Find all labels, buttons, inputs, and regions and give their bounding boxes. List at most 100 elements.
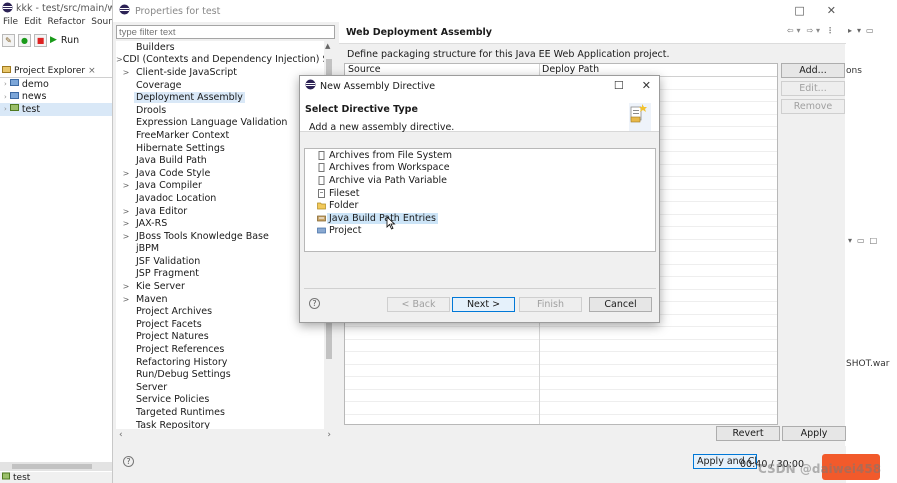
close-icon[interactable]: ✕: [827, 4, 836, 17]
revert-button[interactable]: Revert: [716, 426, 780, 441]
close-icon[interactable]: ×: [88, 66, 96, 76]
close-icon[interactable]: ✕: [642, 79, 651, 92]
property-page-item[interactable]: Service Policies: [116, 394, 334, 407]
remove-button[interactable]: Remove: [781, 99, 845, 114]
maximize-icon[interactable]: □: [794, 4, 804, 17]
chevron-right-icon[interactable]: >: [116, 219, 136, 228]
forward-nav-icon[interactable]: ⇨ ▾: [806, 26, 820, 35]
scroll-left-icon[interactable]: ‹: [119, 430, 123, 440]
property-page-item[interactable]: Task Repository: [116, 419, 334, 429]
menu-source[interactable]: Source: [91, 17, 112, 30]
add-button[interactable]: Add...: [781, 63, 845, 78]
property-page-label: Maven: [136, 293, 168, 305]
chevron-right-icon[interactable]: >: [116, 282, 136, 291]
property-page-label: Expression Language Validation: [136, 117, 288, 129]
minimize-icon[interactable]: ▭: [866, 26, 874, 35]
stop-button[interactable]: ■: [34, 33, 47, 47]
status-bar: test: [0, 472, 112, 483]
explorer-horizontal-scrollbar[interactable]: [0, 462, 112, 471]
property-page-label: Task Repository: [136, 419, 211, 429]
tools-button[interactable]: ✎: [2, 33, 15, 47]
watermark: CSDN @daiwei458: [758, 462, 882, 476]
next-button[interactable]: Next >: [452, 297, 515, 312]
filter-input[interactable]: [116, 25, 335, 39]
right-toolbar: ▸ ▾ ▭: [848, 26, 874, 35]
help-icon[interactable]: ?: [123, 456, 134, 467]
stop-icon: ■: [36, 35, 45, 45]
chevron-right-icon[interactable]: >: [116, 232, 136, 241]
property-page-item[interactable]: Refactoring History: [116, 356, 334, 369]
apply-button[interactable]: Apply: [782, 426, 846, 441]
panel-description: Define packaging structure for this Java…: [347, 49, 670, 60]
directive-archives-workspace[interactable]: Archives from Workspace: [305, 162, 655, 175]
table-row[interactable]: [345, 327, 777, 340]
directive-java-build-path-entries[interactable]: Java Build Path Entries: [305, 212, 655, 225]
directive-fileset[interactable]: Fileset: [305, 187, 655, 200]
property-page-item[interactable]: Server: [116, 381, 334, 394]
property-page-label: Client-side JavaScript: [136, 66, 238, 78]
menu-refactor[interactable]: Refactor: [48, 17, 86, 30]
cancel-button[interactable]: Cancel: [589, 297, 652, 312]
table-row[interactable]: [345, 365, 777, 377]
property-page-item[interactable]: Project References: [116, 343, 334, 356]
chevron-right-icon[interactable]: >: [116, 207, 136, 216]
table-row[interactable]: [345, 352, 777, 365]
maximize-icon[interactable]: □: [870, 236, 878, 245]
run-label[interactable]: Run: [61, 35, 79, 46]
chevron-right-icon[interactable]: >: [116, 169, 136, 178]
property-page-item[interactable]: Targeted Runtimes: [116, 406, 334, 419]
project-item-news[interactable]: › news: [0, 91, 112, 104]
minimize-icon[interactable]: ▭: [857, 236, 865, 245]
property-page-item[interactable]: Run/Debug Settings: [116, 368, 334, 381]
chevron-right-icon[interactable]: >: [116, 181, 136, 190]
modal-title-bar: New Assembly Directive ☐ ✕: [300, 76, 659, 96]
project-item-test[interactable]: › test: [0, 103, 112, 116]
property-page-label: Java Code Style: [136, 167, 211, 179]
directive-archive-path-variable[interactable]: Archive via Path Variable: [305, 174, 655, 187]
property-page-item[interactable]: Builders: [116, 41, 334, 54]
back-nav-icon[interactable]: ⇦ ▾: [787, 26, 801, 35]
chevron-right-icon: ›: [4, 105, 7, 114]
folder-icon: [317, 201, 326, 210]
directive-list[interactable]: Archives from File System Archives from …: [304, 148, 656, 252]
chevron-right-icon[interactable]: >: [116, 295, 136, 304]
project-explorer-tab[interactable]: Project Explorer ×: [0, 64, 112, 78]
edit-button[interactable]: Edit...: [781, 81, 845, 96]
run-icon[interactable]: ▶: [50, 35, 57, 45]
menu-file[interactable]: File: [3, 17, 18, 30]
collapse-icon[interactable]: ▾: [857, 26, 861, 35]
maximize-icon[interactable]: ☐: [614, 79, 624, 92]
finish-button[interactable]: Finish: [519, 297, 582, 312]
property-page-item[interactable]: Project Natures: [116, 331, 334, 344]
resume-button[interactable]: ●: [18, 33, 31, 47]
property-page-item[interactable]: > CDI (Contexts and Dependency Injection)…: [116, 54, 334, 67]
directive-folder[interactable]: Folder: [305, 199, 655, 212]
menu-edit[interactable]: Edit: [24, 17, 41, 30]
directive-project[interactable]: Project: [305, 225, 655, 238]
property-page-label: Project Archives: [136, 306, 213, 318]
back-button[interactable]: < Back: [387, 297, 450, 312]
chevron-right-icon[interactable]: >: [116, 55, 123, 64]
scroll-right-icon[interactable]: ›: [327, 430, 331, 440]
property-page-label: JSF Validation: [136, 255, 201, 267]
scroll-up-icon[interactable]: ▲: [325, 42, 330, 50]
video-overlay: 00:40 / 30:00 CSDN @daiwei458: [690, 452, 897, 483]
expand-icon[interactable]: ▸: [848, 26, 852, 35]
property-page-label: Builders: [136, 41, 175, 53]
directive-archives-file-system[interactable]: Archives from File System: [305, 149, 655, 162]
property-page-label: Coverage: [136, 79, 182, 91]
project-icon: [317, 226, 326, 235]
table-row[interactable]: [345, 377, 777, 390]
project-item-demo[interactable]: › demo: [0, 78, 112, 91]
chevron-right-icon[interactable]: >: [116, 68, 136, 77]
property-page-label: CDI (Contexts and Dependency Injection) …: [122, 54, 334, 66]
help-icon[interactable]: ?: [309, 298, 320, 309]
view-menu-icon[interactable]: ⋮: [826, 26, 834, 35]
menu-icon[interactable]: ▾: [848, 236, 852, 245]
table-row[interactable]: [345, 402, 777, 415]
modal-title: New Assembly Directive: [320, 80, 436, 92]
table-row[interactable]: [345, 340, 777, 352]
properties-tree-hscroll[interactable]: ‹ ›: [116, 430, 334, 440]
archive-icon: [317, 163, 326, 173]
table-row[interactable]: [345, 390, 777, 402]
